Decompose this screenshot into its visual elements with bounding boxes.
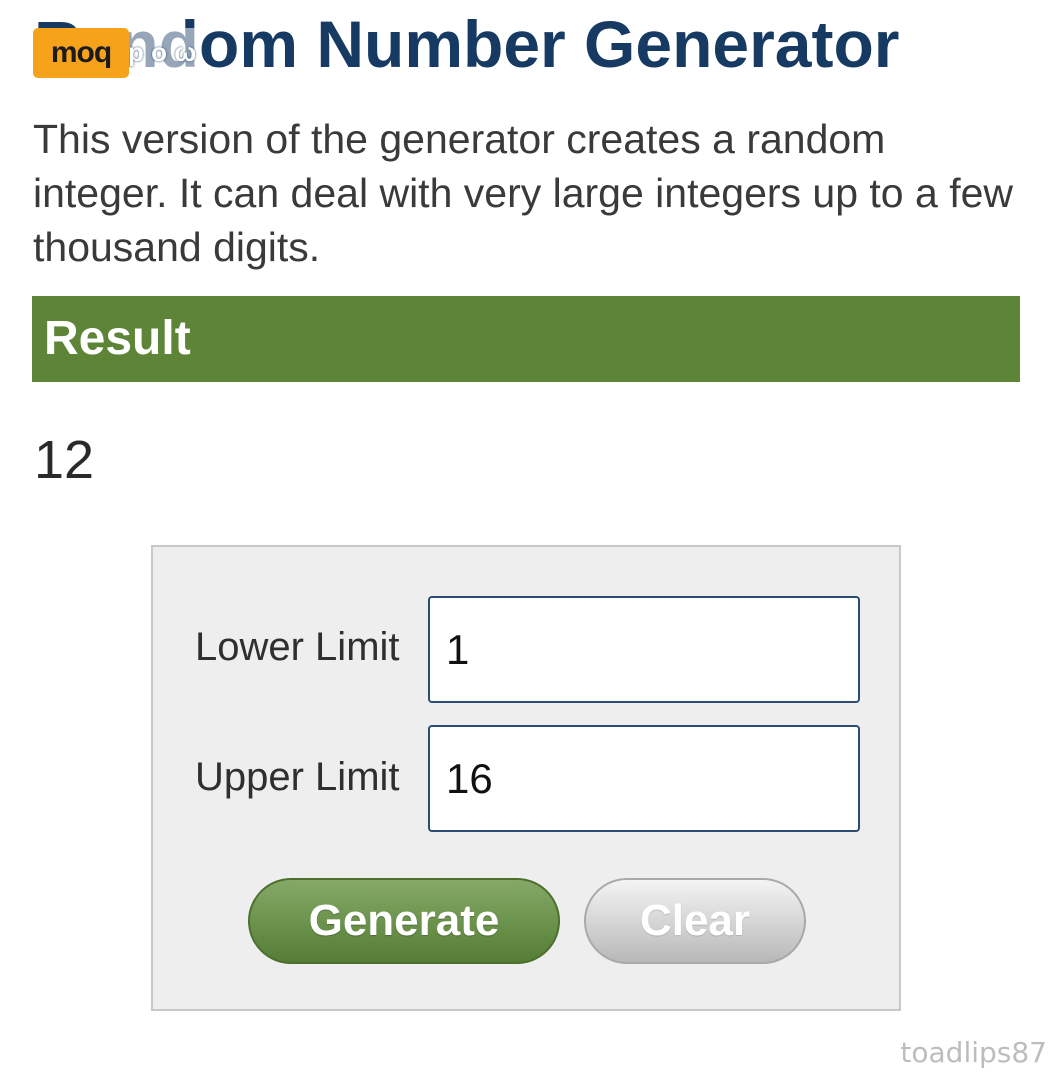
clear-button[interactable]: Clear <box>584 878 806 964</box>
intro-description: This version of the generator creates a … <box>33 116 1013 270</box>
result-heading: Result <box>32 296 1020 382</box>
result-value: 12 <box>34 430 95 490</box>
generator-form: Lower Limit Upper Limit Generate Clear <box>151 545 901 1011</box>
lower-limit-label: Lower Limit <box>195 625 400 669</box>
site-logo-badge: moq <box>33 28 129 78</box>
watermark: toadlips87 <box>900 1036 1047 1069</box>
upper-limit-input[interactable] <box>428 725 860 832</box>
upper-limit-label: Upper Limit <box>195 755 400 799</box>
page: Random Number Generator moq p o ω This v… <box>0 0 1053 1077</box>
generate-button[interactable]: Generate <box>248 878 560 964</box>
lower-limit-input[interactable] <box>428 596 860 703</box>
logo-overlay: p o ω <box>128 28 200 76</box>
